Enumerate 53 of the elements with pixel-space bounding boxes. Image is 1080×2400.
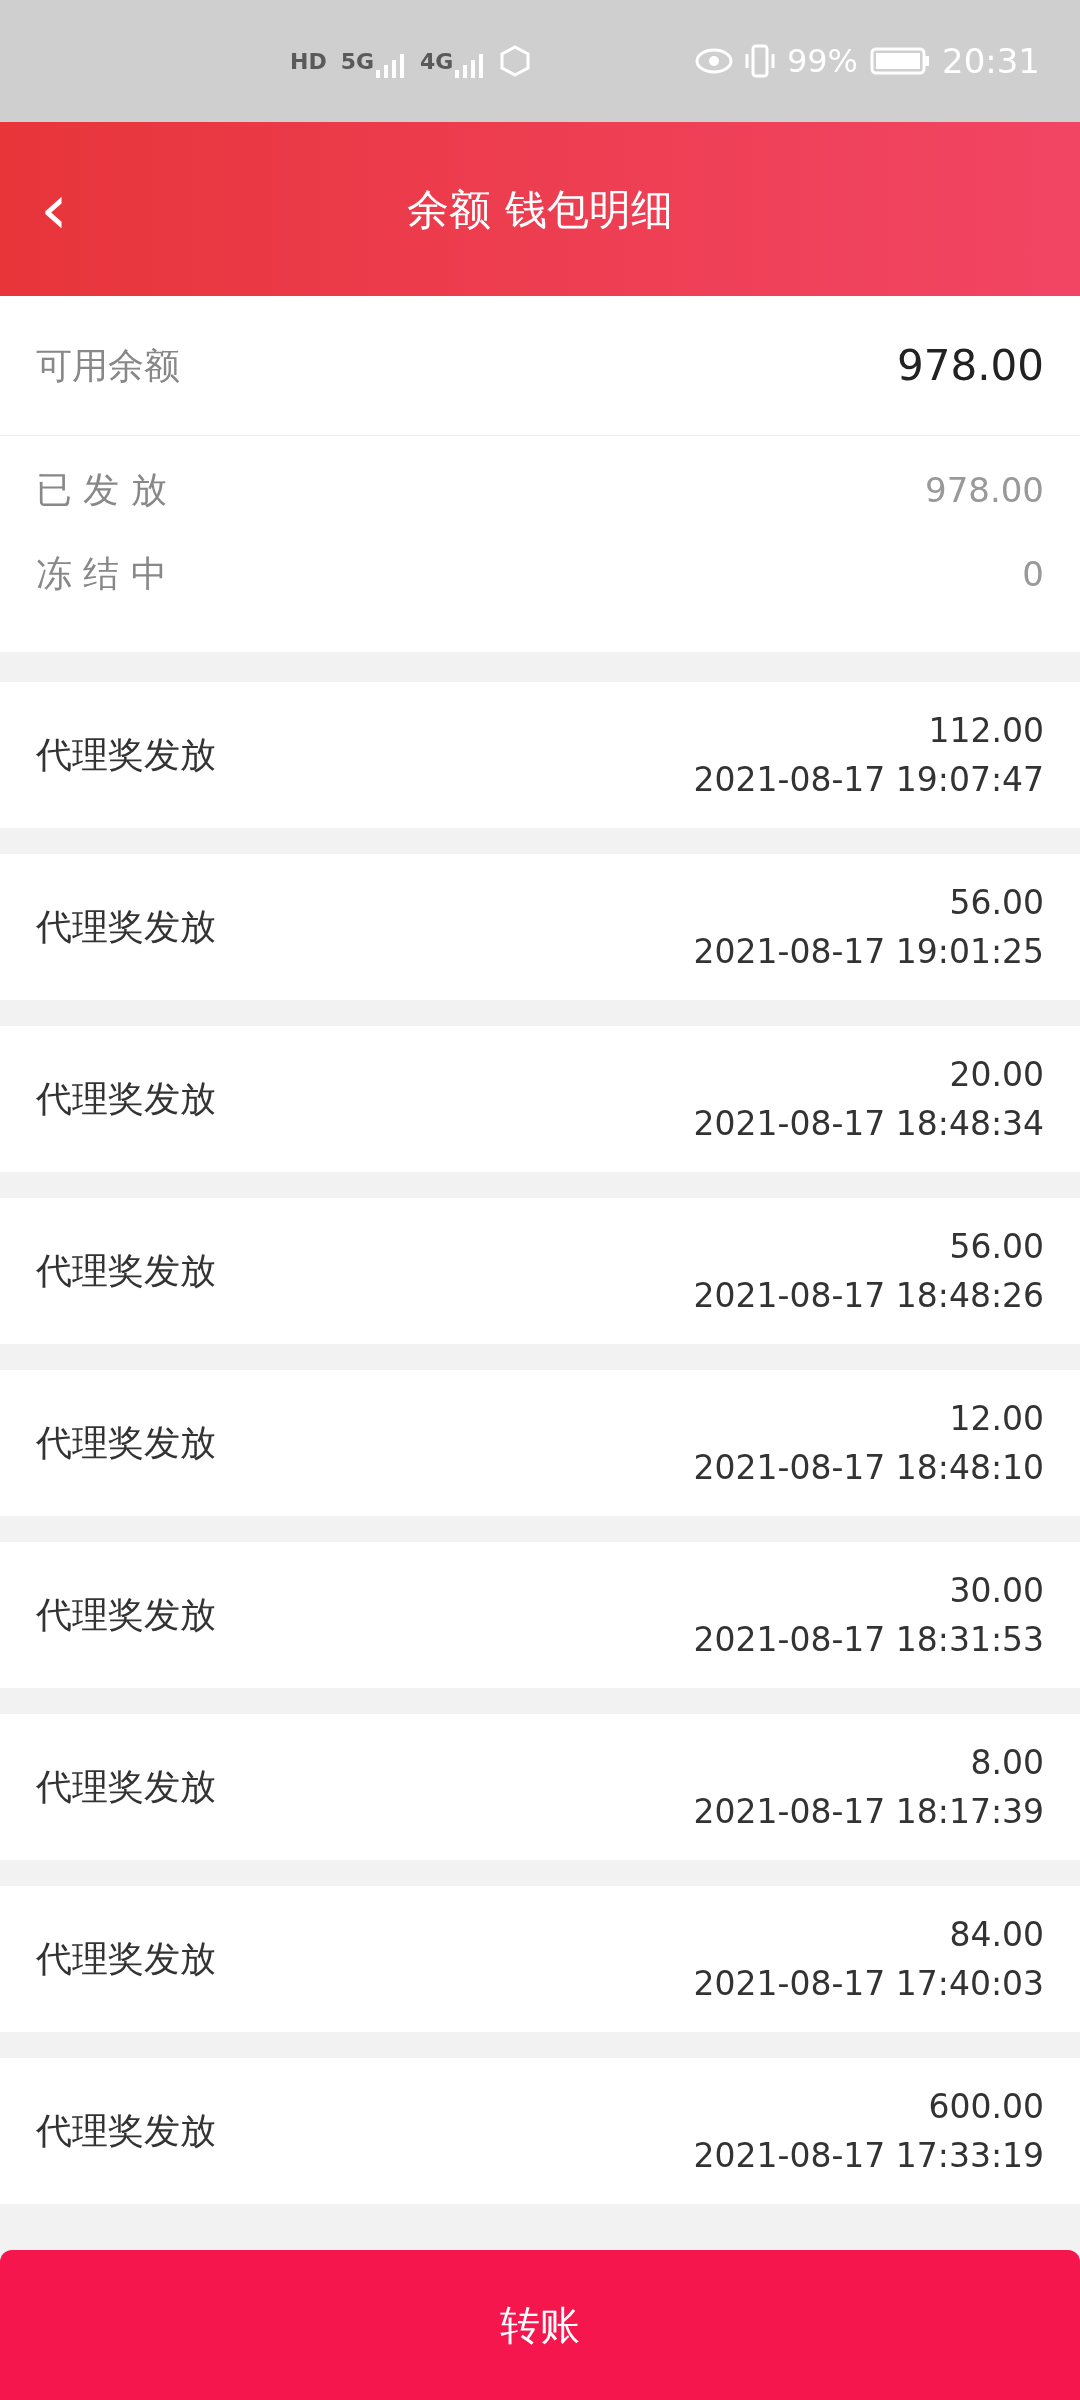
transaction-row[interactable]: 代理奖发放 12.00 2021-08-17 18:48:10 [0,1370,1080,1516]
transaction-time: 2021-08-17 18:48:34 [693,1103,1044,1145]
balance-row-value: 0 [1022,552,1044,596]
signal-icon [376,53,407,78]
balance-label: 可用余额 [36,343,180,388]
transaction-amount: 20.00 [949,1053,1044,1096]
transaction-row[interactable]: 代理奖发放 112.00 2021-08-17 19:07:47 [0,682,1080,828]
transaction-row[interactable]: 代理奖发放 20.00 2021-08-17 18:48:34 [0,1026,1080,1172]
transaction-amount: 30.00 [949,1569,1044,1612]
transaction-time: 2021-08-17 18:48:26 [693,1275,1044,1317]
transaction-amount: 56.00 [949,1225,1044,1268]
transaction-row[interactable]: 代理奖发放 8.00 2021-08-17 18:17:39 [0,1714,1080,1860]
transaction-title: 代理奖发放 [36,2109,216,2153]
transaction-time: 2021-08-17 19:01:25 [693,931,1044,973]
transaction-amount: 112.00 [928,709,1044,752]
transaction-title: 代理奖发放 [36,1765,216,1809]
eye-icon [694,48,733,74]
network-label: HD [290,47,327,76]
transaction-row[interactable]: 代理奖发放 84.00 2021-08-17 17:40:03 [0,1886,1080,2032]
back-button[interactable]: ‹ [30,174,78,244]
transaction-title: 代理奖发放 [36,905,216,949]
transaction-time: 2021-08-17 18:31:53 [693,1619,1044,1661]
balance-row-value: 978.00 [925,468,1044,512]
vibrate-icon [744,44,775,78]
transaction-amount: 8.00 [970,1741,1044,1784]
transaction-title: 代理奖发放 [36,1593,216,1637]
transaction-time: 2021-08-17 18:17:39 [693,1791,1044,1833]
transaction-title: 代理奖发放 [36,733,216,777]
balance-row-label: 冻 结 中 [36,552,167,596]
transaction-amount: 12.00 [949,1397,1044,1440]
battery-icon [870,47,930,75]
balance-value: 978.00 [897,340,1044,392]
transaction-title: 代理奖发放 [36,1249,216,1293]
balance-row-label: 已 发 放 [36,468,167,512]
page-title: 余额 钱包明细 [407,183,673,236]
transaction-amount: 600.00 [928,2085,1044,2128]
transaction-title: 代理奖发放 [36,1421,216,1465]
transaction-row[interactable]: 代理奖发放 600.00 2021-08-17 17:33:19 [0,2058,1080,2204]
transaction-amount: 84.00 [949,1913,1044,1956]
transaction-amount: 56.00 [949,881,1044,924]
transaction-title: 代理奖发放 [36,1937,216,1981]
transaction-row[interactable]: 代理奖发放 30.00 2021-08-17 18:31:53 [0,1542,1080,1688]
transaction-row[interactable]: 代理奖发放 56.00 2021-08-17 18:48:26 [0,1198,1080,1344]
transaction-time: 2021-08-17 17:33:19 [693,2135,1044,2177]
network-label: 4G [420,47,454,76]
transaction-row[interactable]: 代理奖发放 56.00 2021-08-17 19:01:25 [0,854,1080,1000]
transfer-button[interactable]: 转账 [0,2250,1080,2400]
transaction-time: 2021-08-17 18:48:10 [693,1447,1044,1489]
transaction-title: 代理奖发放 [36,1077,216,1121]
network-label: 5G [340,47,375,76]
transaction-time: 2021-08-17 17:40:03 [693,1963,1044,2005]
transaction-time: 2021-08-17 19:07:47 [693,759,1044,801]
signal-icon [455,53,486,78]
